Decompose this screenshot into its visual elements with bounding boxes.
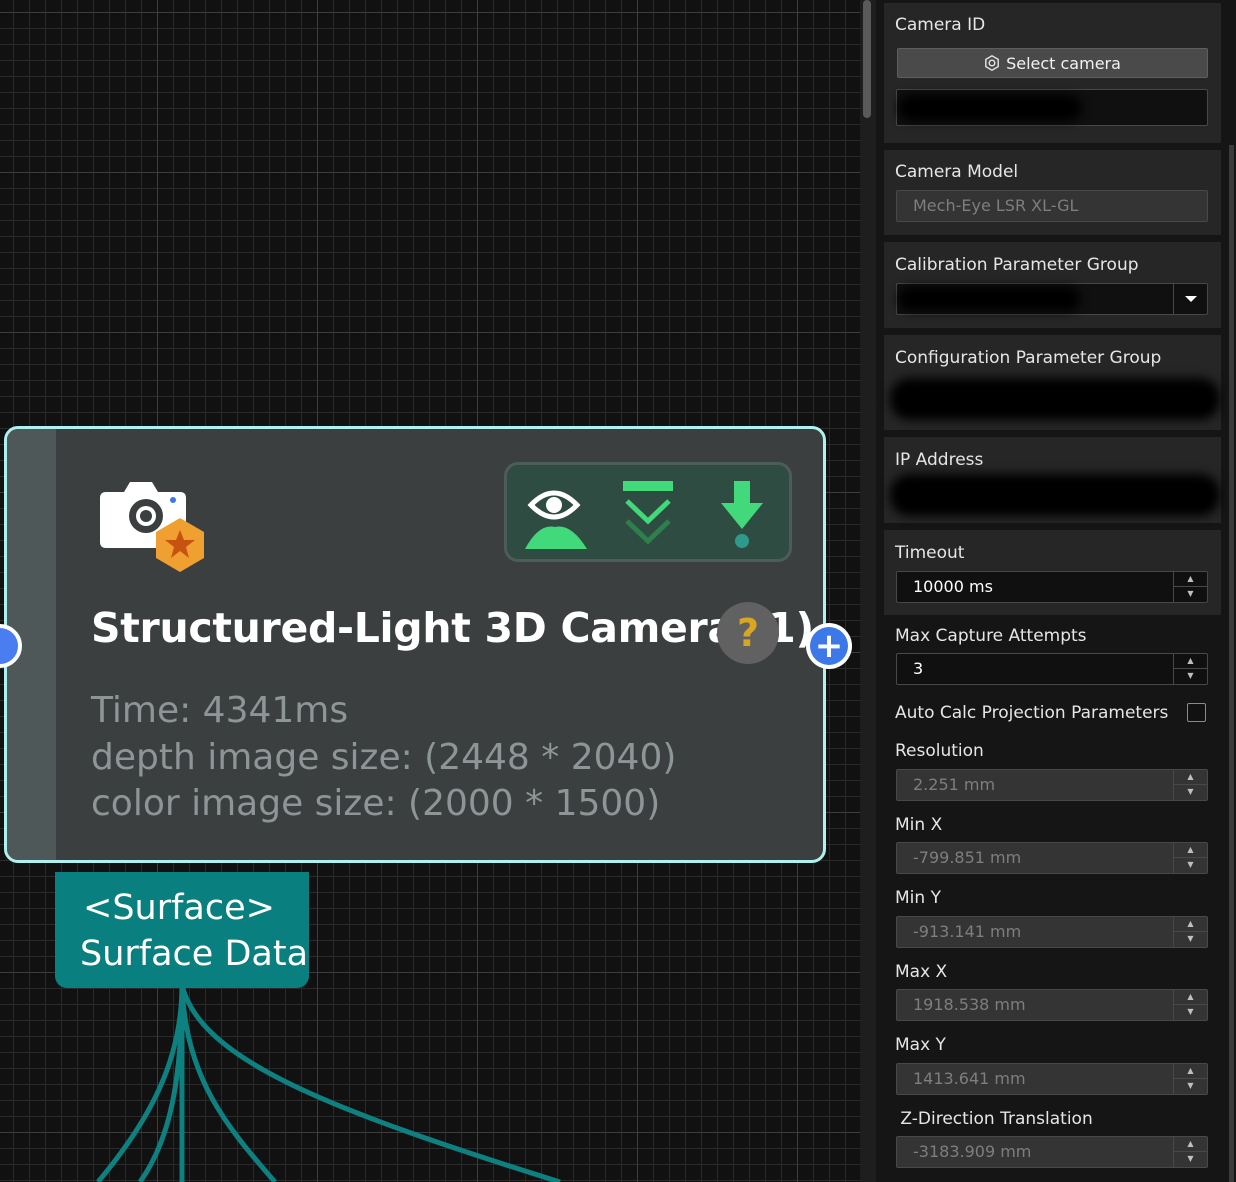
step-down-icon: ▼	[1187, 860, 1194, 869]
ip-address-label: IP Address	[895, 450, 984, 470]
select-camera-label: Select camera	[1006, 53, 1121, 73]
panel-scrollbar-thumb[interactable]	[1229, 145, 1234, 1182]
step-down-icon: ▼	[1187, 1081, 1194, 1090]
step-up-icon: ▲	[1174, 1064, 1207, 1079]
camera-gear-icon	[985, 55, 999, 71]
camera-id-label: Camera ID	[895, 15, 986, 35]
node-color-size: color image size: (2000 * 1500)	[91, 783, 661, 824]
plus-icon: +	[810, 627, 848, 665]
z-translation-value: -3183.909 mm	[913, 1142, 1032, 1161]
max-y-spinbox: 1413.641 mm ▲ ▼	[896, 1063, 1208, 1095]
panel-splitter[interactable]	[860, 0, 876, 1182]
node-toolbar	[504, 462, 792, 562]
step-up-icon: ▲	[1174, 843, 1207, 858]
add-output-port-button[interactable]: +	[806, 623, 852, 669]
step-up-icon: ▲	[1174, 990, 1207, 1005]
resolution-value: 2.251 mm	[913, 775, 996, 794]
timeout-value: 10000 ms	[913, 577, 993, 596]
min-x-value: -799.851 mm	[913, 848, 1022, 867]
help-button[interactable]: ?	[717, 602, 779, 664]
timeout-stepper[interactable]: ▲ ▼	[1173, 572, 1207, 602]
resolution-spinbox: 2.251 mm ▲ ▼	[896, 769, 1208, 801]
configuration-label: Configuration Parameter Group	[895, 348, 1162, 368]
max-capture-spinbox[interactable]: 3 ▲ ▼	[896, 653, 1208, 685]
step-down-icon: ▼	[1187, 1154, 1194, 1163]
chevron-down-icon[interactable]	[1173, 284, 1207, 314]
step-down-icon[interactable]: ▼	[1174, 669, 1207, 684]
camera-star-icon	[100, 478, 210, 577]
step-down-icon[interactable]: ▼	[1174, 587, 1207, 602]
camera-model-label: Camera Model	[895, 162, 1019, 182]
max-y-label: Max Y	[895, 1035, 946, 1055]
max-y-stepper: ▲ ▼	[1173, 1064, 1207, 1094]
min-x-spinbox: -799.851 mm ▲ ▼	[896, 842, 1208, 874]
max-y-value: 1413.641 mm	[913, 1069, 1026, 1088]
min-x-label: Min X	[895, 815, 943, 835]
resolution-label: Resolution	[895, 741, 984, 761]
node-time: Time: 4341ms	[91, 690, 349, 731]
download-arrow-icon[interactable]	[707, 479, 777, 549]
min-y-value: -913.141 mm	[913, 922, 1022, 941]
step-up-icon[interactable]: ▲	[1174, 654, 1207, 669]
node-title: Structured-Light 3D Camera (1)	[91, 604, 814, 652]
min-y-spinbox: -913.141 mm ▲ ▼	[896, 916, 1208, 948]
z-translation-stepper: ▲ ▼	[1173, 1137, 1207, 1167]
output-port-surface[interactable]: <Surface> Surface Data	[55, 872, 309, 988]
min-y-stepper: ▲ ▼	[1173, 917, 1207, 947]
select-camera-button[interactable]: Select camera	[897, 48, 1208, 78]
max-capture-stepper[interactable]: ▲ ▼	[1173, 654, 1207, 684]
step-up-icon[interactable]: ▲	[1174, 572, 1207, 587]
z-translation-label: Z-Direction Translation	[895, 1109, 1093, 1129]
min-y-label: Min Y	[895, 888, 941, 908]
max-capture-label: Max Capture Attempts	[895, 626, 1087, 646]
z-translation-spinbox: -3183.909 mm ▲ ▼	[896, 1136, 1208, 1168]
redacted-camera-id	[898, 95, 1082, 121]
graph-canvas[interactable]: Structured-Light 3D Camera (1) ? Time: 4…	[0, 0, 860, 1182]
max-x-label: Max X	[895, 962, 948, 982]
step-up-icon: ▲	[1174, 1137, 1207, 1152]
timeout-spinbox[interactable]: 10000 ms ▲ ▼	[896, 571, 1208, 603]
canvas-scrollbar-thumb[interactable]	[863, 0, 871, 118]
max-capture-value: 3	[913, 659, 924, 678]
max-x-value: 1918.538 mm	[913, 995, 1026, 1014]
step-down-icon: ▼	[1187, 934, 1194, 943]
max-x-stepper: ▲ ▼	[1173, 990, 1207, 1020]
camera-model-field: Mech-Eye LSR XL-GL	[896, 190, 1208, 222]
min-x-stepper: ▲ ▼	[1173, 843, 1207, 873]
timeout-label: Timeout	[895, 543, 965, 563]
redacted-configuration	[890, 378, 1220, 420]
node-depth-size: depth image size: (2448 * 2040)	[91, 737, 677, 778]
max-x-spinbox: 1918.538 mm ▲ ▼	[896, 989, 1208, 1021]
resolution-stepper: ▲ ▼	[1173, 770, 1207, 800]
step-up-icon: ▲	[1174, 770, 1207, 785]
eye-mountain-icon[interactable]	[519, 479, 589, 549]
collapse-chevrons-icon[interactable]	[613, 479, 683, 549]
step-up-icon: ▲	[1174, 917, 1207, 932]
redacted-ip-address	[890, 474, 1220, 516]
output-port-type: <Surface>	[83, 888, 275, 928]
step-down-icon: ▼	[1187, 787, 1194, 796]
calibration-label: Calibration Parameter Group	[895, 255, 1139, 275]
auto-calc-checkbox[interactable]	[1187, 703, 1206, 722]
output-port-name: Surface Data	[80, 934, 309, 974]
step-down-icon: ▼	[1187, 1007, 1194, 1016]
auto-calc-label: Auto Calc Projection Parameters	[895, 703, 1169, 723]
redacted-calibration	[898, 287, 1080, 311]
